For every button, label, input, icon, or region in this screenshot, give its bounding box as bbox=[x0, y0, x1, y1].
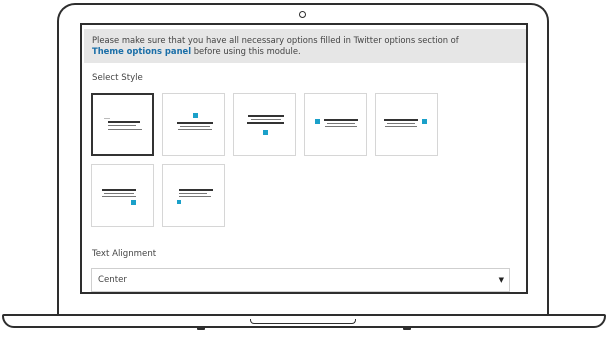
camera-icon bbox=[299, 11, 306, 18]
accent-dot bbox=[177, 200, 181, 204]
screen: Please make sure that you have all neces… bbox=[80, 23, 528, 294]
notice-suffix: before using this module. bbox=[191, 46, 301, 56]
laptop-foot-left bbox=[197, 327, 205, 330]
accent-dot bbox=[315, 119, 320, 124]
notice-text: Please make sure that you have all neces… bbox=[92, 35, 459, 45]
style-grid bbox=[91, 93, 526, 233]
accent-dot bbox=[263, 130, 268, 135]
style-option-4[interactable] bbox=[304, 93, 367, 156]
notice-banner: Please make sure that you have all neces… bbox=[84, 29, 526, 63]
style-option-6[interactable] bbox=[91, 164, 154, 227]
style-option-3[interactable] bbox=[233, 93, 296, 156]
accent-dot bbox=[131, 200, 136, 205]
text-alignment-value: Center bbox=[98, 275, 127, 285]
text-alignment-select[interactable]: Center ▼ bbox=[91, 268, 510, 292]
laptop-foot-right bbox=[403, 327, 411, 330]
style-option-7[interactable] bbox=[162, 164, 225, 227]
style-option-2[interactable] bbox=[162, 93, 225, 156]
theme-options-link[interactable]: Theme options panel bbox=[92, 46, 191, 56]
laptop-notch bbox=[250, 319, 356, 324]
style-option-1[interactable] bbox=[91, 93, 154, 156]
text-alignment-label: Text Alignment bbox=[92, 249, 157, 259]
select-style-label: Select Style bbox=[92, 73, 143, 83]
style-option-5[interactable] bbox=[375, 93, 438, 156]
accent-dot bbox=[193, 113, 198, 118]
accent-dot bbox=[422, 119, 427, 124]
dropdown-arrow-icon: ▼ bbox=[498, 276, 504, 284]
